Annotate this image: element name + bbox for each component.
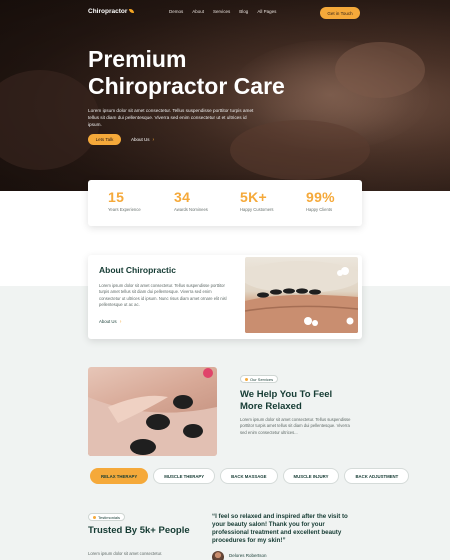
about-text: Lorem ipsum dolor sit amet consectetur. …: [99, 283, 227, 307]
hero-description: Lorem ipsum dolor sit amet consectetur. …: [88, 108, 254, 127]
menu-demos[interactable]: Demos: [169, 9, 183, 14]
stat-label: Happy Customers: [240, 207, 274, 212]
services-text: Lorem ipsum dolor sit amet consectetur. …: [240, 417, 351, 435]
arrow-right-icon: ›: [152, 136, 155, 143]
testimonials-title: Trusted By 5k+ People: [88, 525, 190, 536]
tab-back-massage[interactable]: BACK MASSAGE: [220, 468, 278, 484]
leaf-icon: [129, 9, 135, 14]
dot-icon: [245, 377, 248, 381]
hero-title: Premium Chiropractor Care: [88, 46, 285, 99]
about-link[interactable]: About Us ›: [99, 319, 121, 325]
testimonials-text: Lorem ipsum dolor sit amet consectetur.: [88, 551, 163, 556]
stat-customers: 5K+ Happy Customers: [240, 189, 274, 212]
stat-label: Happy Clients: [306, 207, 333, 212]
stat-number: 15: [108, 189, 125, 205]
lets-talk-button[interactable]: Lets Talk: [88, 134, 121, 145]
about-us-link[interactable]: About Us ›: [131, 134, 154, 145]
hot-stone-massage-image: [245, 257, 358, 333]
main-menu: Demos About Services Blog All Pages: [169, 9, 276, 14]
testimonial-author: Delores Robertson: [229, 553, 267, 558]
testimonials-badge: Testimonials: [88, 513, 126, 521]
about-title: About Chiropractic: [99, 265, 176, 275]
arrow-right-icon: ›: [119, 319, 122, 325]
logo-text: Chiropractor: [88, 8, 128, 15]
menu-about[interactable]: About: [192, 9, 204, 14]
about-card: About Chiropractic Lorem ipsum dolor sit…: [88, 255, 362, 339]
services-title: We Help You To Feel More Relaxed: [240, 389, 333, 412]
stat-number: 99%: [306, 189, 335, 205]
avatar: [212, 551, 224, 560]
stat-clients: 99% Happy Clients: [306, 189, 335, 212]
stats-card: 15 Years Experience 34 Awards Nominees 5…: [88, 180, 362, 226]
menu-blog[interactable]: Blog: [239, 9, 248, 14]
about-link-label: About Us: [99, 319, 117, 324]
testimonials-badge-label: Testimonials: [98, 514, 121, 520]
stat-label: Years Experience: [108, 207, 141, 212]
top-nav: Chiropractor Demos About Services Blog A…: [0, 6, 450, 20]
tab-muscle-injury[interactable]: MUSCLE INJURY: [282, 468, 340, 484]
stat-number: 34: [174, 189, 191, 205]
services-badge: Our Services: [240, 375, 279, 383]
services-badge-label: Our Services: [250, 376, 274, 382]
service-tabs: RELAX THERAPY MUSCLE THERAPY BACK MASSAG…: [90, 468, 410, 484]
tab-muscle-therapy[interactable]: MUSCLE THERAPY: [153, 468, 216, 484]
menu-services[interactable]: Services: [213, 9, 230, 14]
massage-stones-image: [88, 367, 217, 456]
about-us-link-label: About Us: [131, 137, 150, 142]
site-logo[interactable]: Chiropractor: [88, 8, 135, 15]
testimonial-quote: “I feel so relaxed and inspired after th…: [212, 513, 348, 544]
get-in-touch-button[interactable]: Get in Touch: [320, 7, 360, 19]
stat-number: 5K+: [240, 189, 267, 205]
stat-years: 15 Years Experience: [108, 189, 141, 212]
stat-label: Awards Nominees: [174, 207, 208, 212]
tab-relax-therapy[interactable]: RELAX THERAPY: [90, 468, 149, 484]
menu-all-pages[interactable]: All Pages: [257, 9, 276, 14]
dot-icon: [93, 515, 96, 519]
tab-back-adjustment[interactable]: BACK ADJUSTMENT: [344, 468, 410, 484]
stat-awards: 34 Awards Nominees: [174, 189, 208, 212]
